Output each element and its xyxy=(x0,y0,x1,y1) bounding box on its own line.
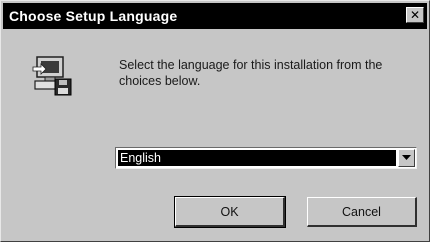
ok-button[interactable]: OK xyxy=(174,196,286,228)
dropdown-arrow-icon xyxy=(402,155,411,160)
close-icon: ✕ xyxy=(409,8,421,22)
computer-setup-icon xyxy=(31,53,75,97)
cancel-button[interactable]: Cancel xyxy=(307,197,417,227)
setup-language-dialog: Choose Setup Language ✕ Select the langu… xyxy=(0,0,430,242)
language-select-value: English xyxy=(118,150,396,166)
title-bar[interactable]: Choose Setup Language ✕ xyxy=(3,3,427,29)
close-button[interactable]: ✕ xyxy=(406,7,424,23)
prompt-text: Select the language for this installatio… xyxy=(119,58,383,88)
dropdown-arrow-button[interactable] xyxy=(398,149,415,167)
window-title: Choose Setup Language xyxy=(9,8,178,24)
language-select[interactable]: English xyxy=(115,147,417,169)
